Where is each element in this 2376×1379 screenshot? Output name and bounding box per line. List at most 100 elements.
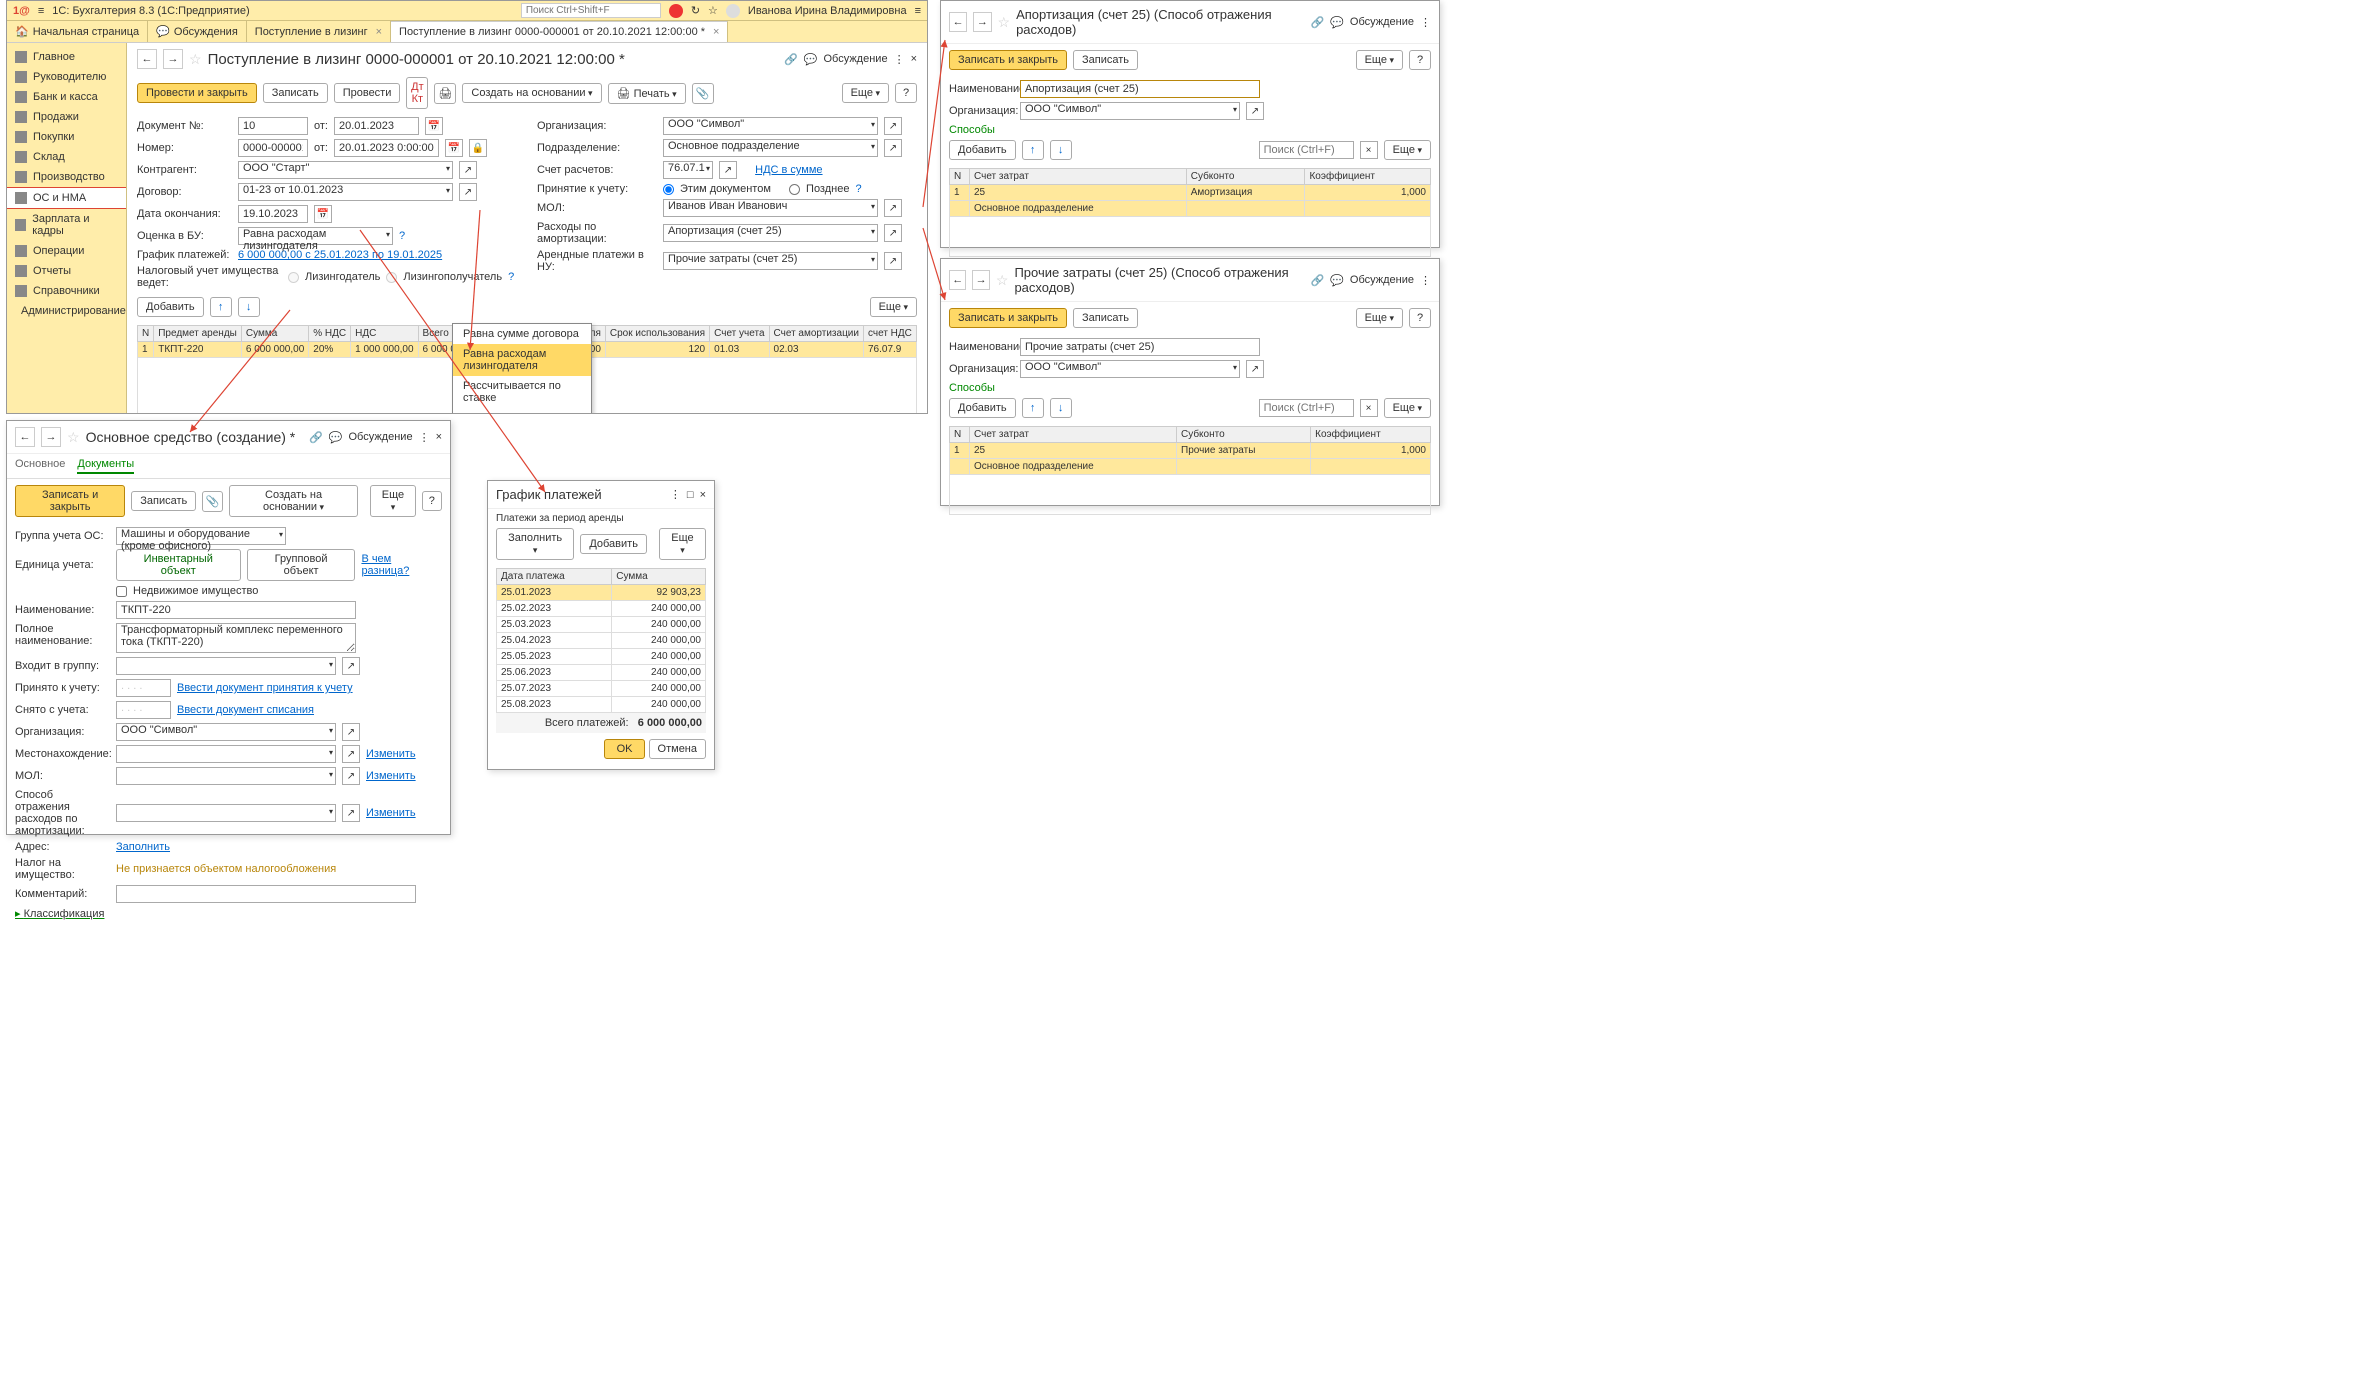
- dd-opt-2[interactable]: Равна расходам лизингодателя: [453, 344, 591, 376]
- os-sn-link[interactable]: Ввести документ списания: [177, 704, 314, 716]
- am-row[interactable]: 125Амортизация1,000: [950, 185, 1431, 201]
- pz-up-icon[interactable]: ↑: [1022, 398, 1044, 418]
- os-create-button[interactable]: Создать на основании: [229, 485, 359, 517]
- global-search[interactable]: [521, 3, 661, 18]
- cal3-icon[interactable]: 📅: [314, 205, 332, 223]
- print-icon[interactable]: 🖨: [434, 83, 456, 104]
- pz-name-input[interactable]: [1020, 338, 1260, 356]
- am-save-button[interactable]: Записать: [1073, 50, 1138, 70]
- am-link-icon[interactable]: 🔗: [1311, 16, 1325, 29]
- os-grp-button[interactable]: Групповой объект: [247, 549, 356, 581]
- sb-admin[interactable]: Администрирование: [7, 301, 126, 321]
- post-button[interactable]: Провести: [334, 83, 401, 103]
- sb-reports[interactable]: Отчеты: [7, 261, 126, 281]
- am-tbl-more-button[interactable]: Еще: [1384, 140, 1431, 160]
- history-icon[interactable]: ↻: [691, 4, 700, 17]
- sb-sales[interactable]: Продажи: [7, 107, 126, 127]
- dd-opt-3[interactable]: Рассчитывается по ставке: [453, 376, 591, 408]
- os-save-close-button[interactable]: Записать и закрыть: [15, 485, 125, 517]
- gp-ok-button[interactable]: OK: [604, 739, 646, 759]
- am-org-select[interactable]: ООО "Символ": [1020, 102, 1240, 120]
- disc-label[interactable]: Обсуждение: [823, 53, 887, 65]
- os-pk-link[interactable]: Ввести документ принятия к учету: [177, 682, 353, 694]
- gp-add-button[interactable]: Добавить: [580, 534, 647, 554]
- os-close-icon[interactable]: ×: [436, 431, 442, 443]
- os-star-icon[interactable]: ☆: [67, 429, 80, 446]
- open-kag-icon[interactable]: ↗: [459, 161, 477, 179]
- pz-chat-icon[interactable]: 💬: [1330, 274, 1344, 287]
- os-loc-open-icon[interactable]: ↗: [342, 745, 360, 763]
- tab-leasing-list[interactable]: Поступление в лизинг: [247, 21, 391, 42]
- gp-cancel-button[interactable]: Отмена: [649, 739, 706, 759]
- os-back[interactable]: ←: [15, 427, 35, 447]
- date1-input[interactable]: [334, 117, 419, 135]
- os-realty-check[interactable]: [116, 586, 127, 597]
- sb-operations[interactable]: Операции: [7, 241, 126, 261]
- open-mol-icon[interactable]: ↗: [884, 199, 902, 217]
- am-more-button[interactable]: Еще: [1356, 50, 1403, 70]
- am-save-close-button[interactable]: Записать и закрыть: [949, 50, 1067, 70]
- row-down-icon[interactable]: ↓: [238, 297, 260, 317]
- gp-row[interactable]: 25.02.2023240 000,00: [497, 601, 706, 617]
- prk-radio2[interactable]: [789, 184, 800, 195]
- open-amort-icon[interactable]: ↗: [884, 224, 902, 242]
- am-chat-icon[interactable]: 💬: [1330, 16, 1344, 29]
- am-star-icon[interactable]: ☆: [998, 14, 1011, 31]
- os-link-icon[interactable]: 🔗: [309, 431, 323, 444]
- sb-main[interactable]: Главное: [7, 47, 126, 67]
- os-fwd[interactable]: →: [41, 427, 61, 447]
- os-fullname-input[interactable]: Трансформаторный комплекс переменного то…: [116, 623, 356, 653]
- save-button[interactable]: Записать: [263, 83, 328, 103]
- help-button[interactable]: ?: [895, 83, 917, 103]
- pz-back[interactable]: ←: [949, 270, 966, 290]
- sb-production[interactable]: Производство: [7, 167, 126, 187]
- schet-select[interactable]: 76.07.1: [663, 161, 713, 179]
- gp-row[interactable]: 25.03.2023240 000,00: [497, 617, 706, 633]
- menu-icon[interactable]: ≡: [38, 5, 44, 17]
- os-mol-select[interactable]: [116, 767, 336, 785]
- os-inv-button[interactable]: Инвентарный объект: [116, 549, 241, 581]
- os-more-button[interactable]: Еще: [370, 485, 415, 517]
- os-ingroup-open-icon[interactable]: ↗: [342, 657, 360, 675]
- am-search-clear-icon[interactable]: ×: [1360, 141, 1378, 159]
- gp-fill-button[interactable]: Заполнить: [496, 528, 574, 560]
- gp-row[interactable]: 25.08.2023240 000,00: [497, 697, 706, 713]
- gp-row[interactable]: 25.06.2023240 000,00: [497, 665, 706, 681]
- cal2-icon[interactable]: 📅: [445, 139, 463, 157]
- create-based-button[interactable]: Создать на основании: [462, 83, 601, 103]
- open-arend-icon[interactable]: ↗: [884, 252, 902, 270]
- gp-max-icon[interactable]: □: [687, 489, 694, 501]
- pz-star-icon[interactable]: ☆: [996, 272, 1009, 289]
- pz-org-open-icon[interactable]: ↗: [1246, 360, 1264, 378]
- pz-link-icon[interactable]: 🔗: [1311, 274, 1325, 287]
- os-group-select[interactable]: Машины и оборудование (кроме офисного): [116, 527, 286, 545]
- podr-select[interactable]: Основное подразделение: [663, 139, 878, 157]
- am-org-open-icon[interactable]: ↗: [1246, 102, 1264, 120]
- sb-bank[interactable]: Банк и касса: [7, 87, 126, 107]
- link-icon[interactable]: 🔗: [784, 53, 798, 66]
- os-tab-docs[interactable]: Документы: [77, 458, 134, 474]
- more-button[interactable]: Еще: [842, 83, 889, 103]
- tab-leasing-doc[interactable]: Поступление в лизинг 0000-000001 от 20.1…: [391, 21, 728, 42]
- open-org-icon[interactable]: ↗: [884, 117, 902, 135]
- gp-row[interactable]: 25.05.2023240 000,00: [497, 649, 706, 665]
- print-button[interactable]: 🖨 Печать: [608, 83, 686, 104]
- am-row2[interactable]: Основное подразделение: [950, 201, 1431, 217]
- os-name-input[interactable]: [116, 601, 356, 619]
- dogovor-select[interactable]: 01-23 от 10.01.2023: [238, 183, 453, 201]
- gp-dots-icon[interactable]: ⋮: [670, 488, 681, 501]
- os-loc-select[interactable]: [116, 745, 336, 763]
- pz-down-icon[interactable]: ↓: [1050, 398, 1072, 418]
- org-select[interactable]: ООО "Символ": [663, 117, 878, 135]
- tab-home[interactable]: 🏠 Начальная страница: [7, 21, 148, 42]
- row-up-icon[interactable]: ↑: [210, 297, 232, 317]
- os-sor-change[interactable]: Изменить: [366, 807, 416, 819]
- os-mol-open-icon[interactable]: ↗: [342, 767, 360, 785]
- pz-save-button[interactable]: Записать: [1073, 308, 1138, 328]
- gp-close-icon[interactable]: ×: [700, 489, 706, 501]
- open-sch-icon[interactable]: ↗: [719, 161, 737, 179]
- bell-icon[interactable]: [669, 4, 683, 18]
- pz-help-button[interactable]: ?: [1409, 308, 1431, 328]
- nav-back[interactable]: ←: [137, 49, 157, 69]
- close-icon[interactable]: ×: [911, 53, 917, 65]
